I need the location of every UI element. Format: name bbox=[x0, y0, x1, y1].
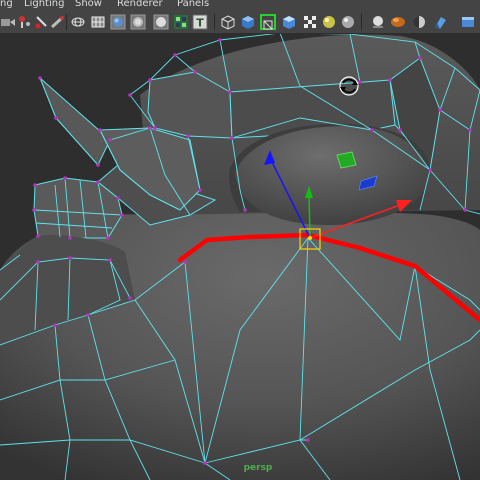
toolbar-divider bbox=[66, 14, 67, 30]
camera-attributes-icon[interactable] bbox=[17, 14, 33, 30]
motion-blur-icon[interactable] bbox=[411, 14, 427, 30]
xray-icon[interactable] bbox=[281, 14, 297, 30]
camera-select-icon[interactable] bbox=[0, 14, 16, 30]
shadows-icon[interactable] bbox=[340, 14, 356, 30]
panel-toolbar: T bbox=[0, 11, 480, 34]
xy-plane-handle[interactable] bbox=[336, 151, 357, 169]
bookmark-icon[interactable] bbox=[34, 14, 50, 30]
pivot-point bbox=[308, 236, 312, 240]
menu-bar: ng Lighting Show Renderer Panels bbox=[0, 0, 480, 11]
text-icon[interactable]: T bbox=[192, 14, 208, 30]
default-material-icon[interactable] bbox=[302, 14, 318, 30]
isolate-select-icon[interactable] bbox=[220, 14, 236, 30]
hardware-fog-icon[interactable] bbox=[460, 14, 476, 30]
anti-alias-icon[interactable] bbox=[432, 14, 448, 30]
menu-shading[interactable]: ng bbox=[0, 0, 13, 9]
checker-texture-icon[interactable] bbox=[173, 14, 189, 30]
wireframe-icon[interactable] bbox=[70, 14, 86, 30]
camera-label: persp bbox=[243, 463, 273, 473]
perspective-viewport[interactable] bbox=[0, 34, 480, 480]
svg-text:T: T bbox=[196, 17, 204, 30]
menu-lighting[interactable]: Lighting bbox=[24, 0, 64, 9]
menu-show[interactable]: Show bbox=[75, 0, 102, 9]
xray-active-icon[interactable] bbox=[240, 14, 256, 30]
flat-shade-icon[interactable] bbox=[130, 14, 146, 30]
grid-icon[interactable] bbox=[90, 14, 106, 30]
high-quality-icon[interactable] bbox=[370, 14, 386, 30]
scene-canvas[interactable] bbox=[0, 34, 480, 480]
toolbar-divider bbox=[361, 14, 362, 30]
image-plane-icon[interactable] bbox=[50, 14, 66, 30]
textured-icon[interactable] bbox=[153, 14, 169, 30]
ambient-occlusion-icon[interactable] bbox=[390, 14, 406, 30]
y-axis-handle[interactable] bbox=[308, 191, 311, 239]
smooth-shade-icon[interactable] bbox=[110, 14, 126, 30]
menu-panels[interactable]: Panels bbox=[177, 0, 209, 9]
use-lights-icon[interactable] bbox=[321, 14, 337, 30]
toolbar-divider bbox=[214, 14, 215, 30]
menu-renderer[interactable]: Renderer bbox=[117, 0, 163, 9]
backface-icon[interactable] bbox=[260, 14, 276, 30]
